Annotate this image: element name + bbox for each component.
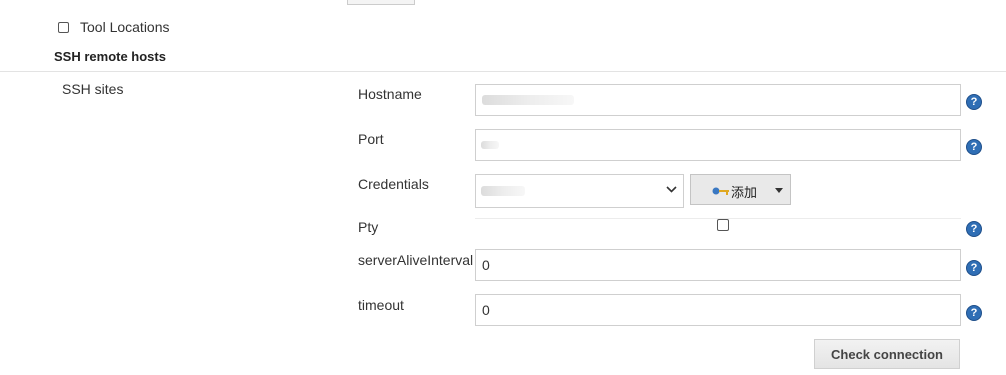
pty-label: Pty	[358, 219, 379, 235]
ssh-sites-label: SSH sites	[62, 81, 124, 97]
server-alive-interval-label: serverAliveInterval	[358, 252, 474, 268]
pty-help-icon[interactable]: ?	[966, 221, 982, 237]
credentials-label: Credentials	[358, 176, 429, 192]
help-glyph: ?	[970, 262, 978, 274]
caret-down-icon	[775, 188, 783, 193]
hostname-redacted-value	[482, 95, 574, 105]
hostname-help-icon[interactable]: ?	[966, 94, 982, 110]
port-help-icon[interactable]: ?	[966, 139, 982, 155]
add-credentials-button[interactable]: 添加	[690, 174, 791, 205]
tool-locations-checkbox[interactable]	[58, 21, 69, 33]
help-glyph: ?	[970, 96, 978, 108]
section-title: SSH remote hosts	[54, 49, 166, 64]
timeout-label: timeout	[358, 297, 404, 313]
section-divider	[0, 71, 1006, 72]
timeout-help-icon[interactable]: ?	[966, 305, 982, 321]
credentials-redacted-value	[481, 186, 525, 196]
key-icon	[712, 187, 729, 195]
port-redacted-value	[481, 141, 499, 149]
port-label: Port	[358, 131, 384, 147]
top-button-stub[interactable]	[347, 0, 415, 5]
help-glyph: ?	[970, 307, 978, 319]
chevron-down-icon	[666, 182, 677, 199]
port-input[interactable]	[475, 129, 961, 161]
pty-checkbox[interactable]	[717, 219, 729, 231]
help-glyph: ?	[970, 223, 978, 235]
server-alive-interval-help-icon[interactable]: ?	[966, 260, 982, 276]
credentials-select[interactable]	[475, 174, 684, 208]
hostname-label: Hostname	[358, 86, 422, 102]
add-credentials-label: 添加	[731, 185, 758, 200]
help-glyph: ?	[970, 141, 978, 153]
tool-locations-label: Tool Locations	[80, 19, 170, 35]
tool-locations-row[interactable]: Tool Locations	[58, 17, 170, 37]
timeout-input[interactable]	[475, 294, 961, 326]
server-alive-interval-input[interactable]	[475, 249, 961, 281]
check-connection-button[interactable]: Check connection	[814, 339, 960, 369]
